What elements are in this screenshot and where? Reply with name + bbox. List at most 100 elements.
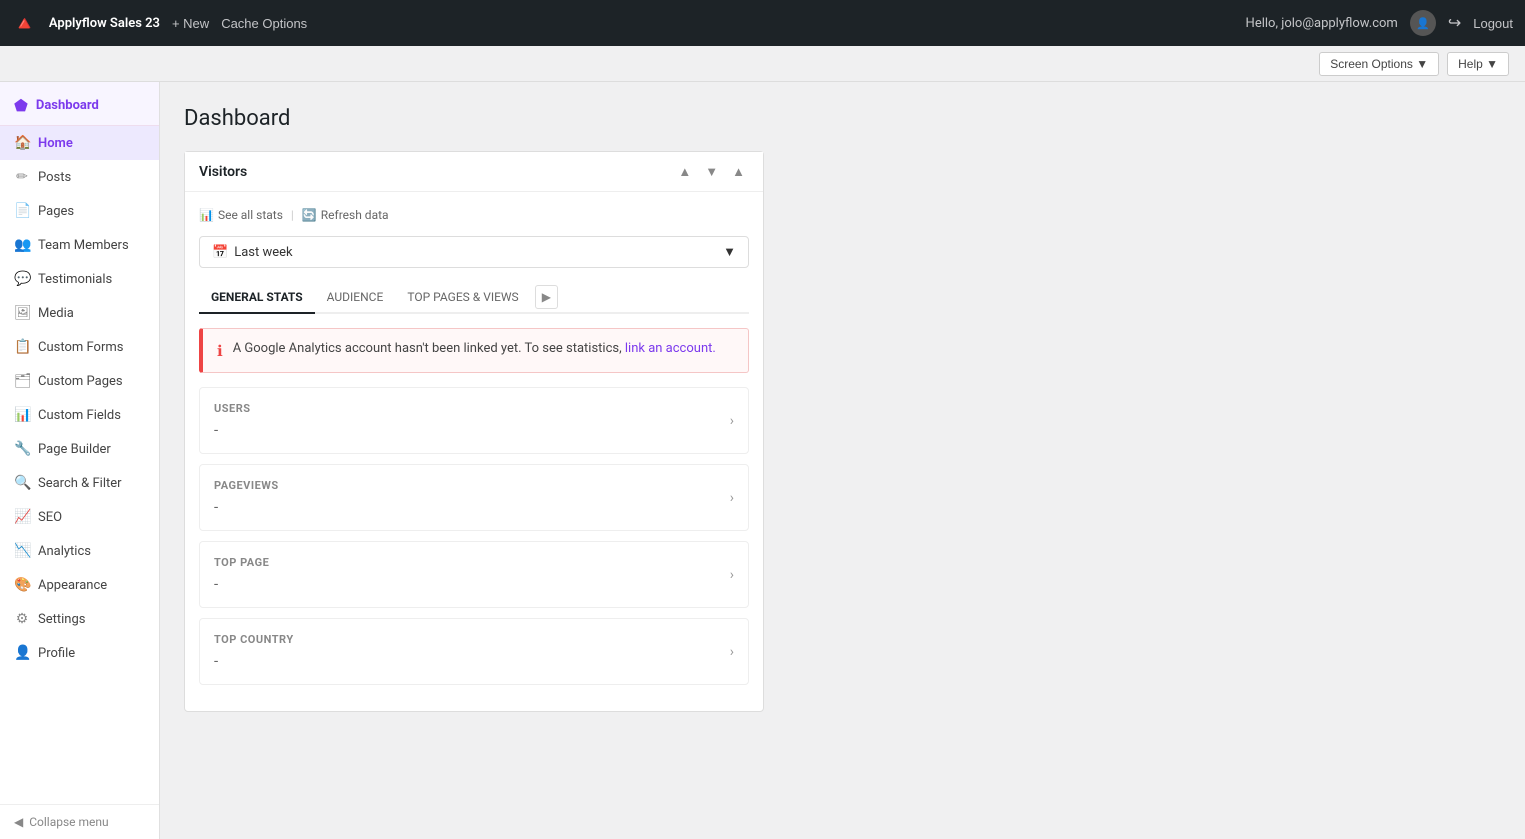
- date-period-value: Last week: [234, 245, 292, 260]
- top-option-bar: Screen Options ▼ Help ▼: [0, 46, 1525, 82]
- sidebar-item-testimonials[interactable]: 💬 Testimonials: [0, 262, 159, 296]
- sidebar-appearance-label: Appearance: [38, 578, 107, 593]
- sidebar-custom-forms-label: Custom Forms: [38, 340, 123, 355]
- main-content: Dashboard Visitors ▲ ▼ ▲ 📊 See all stats: [160, 82, 1525, 839]
- admin-bar: 🔺 Applyflow Sales 23 + New Cache Options…: [0, 0, 1525, 46]
- tab-audience[interactable]: AUDIENCE: [315, 282, 396, 314]
- cache-options-button[interactable]: Cache Options: [221, 16, 307, 31]
- sidebar-item-page-builder[interactable]: 🔧 Page Builder: [0, 432, 159, 466]
- collapse-icon: ◀: [14, 815, 23, 829]
- page-builder-icon: 🔧: [14, 441, 30, 457]
- sidebar-posts-label: Posts: [38, 170, 71, 185]
- sidebar-item-custom-pages[interactable]: 🗂 Custom Pages: [0, 364, 159, 398]
- sidebar-item-media[interactable]: 🖼 Media: [0, 296, 159, 330]
- pageviews-stat-box[interactable]: PAGEVIEWS - ›: [199, 464, 749, 531]
- sidebar-item-team-members[interactable]: 👥 Team Members: [0, 228, 159, 262]
- chevron-down-icon: ▼: [723, 244, 736, 260]
- sidebar-profile-label: Profile: [38, 646, 75, 661]
- tab-more-button[interactable]: ▶: [535, 285, 558, 309]
- refresh-icon: 🔄: [302, 208, 317, 222]
- users-stat-value: -: [214, 421, 251, 439]
- top-country-stat-value: -: [214, 652, 294, 670]
- profile-icon: 👤: [14, 645, 30, 661]
- analytics-icon: 📉: [14, 543, 30, 559]
- widget-collapse-up-button[interactable]: ▲: [674, 162, 695, 181]
- testimonials-icon: 💬: [14, 271, 30, 287]
- stats-links: 📊 See all stats | 🔄 Refresh data: [199, 208, 749, 222]
- users-stat-box[interactable]: USERS - ›: [199, 387, 749, 454]
- see-all-stats-link[interactable]: 📊 See all stats: [199, 208, 283, 222]
- sidebar-item-search-filter[interactable]: 🔍 Search & Filter: [0, 466, 159, 500]
- sidebar-home-label: Home: [38, 136, 73, 151]
- sidebar-item-profile[interactable]: 👤 Profile: [0, 636, 159, 670]
- date-period-selector[interactable]: 📅 Last week ▼: [199, 236, 749, 268]
- top-page-stat-value: -: [214, 575, 269, 593]
- sidebar-team-members-label: Team Members: [38, 238, 129, 253]
- posts-icon: ✏: [14, 169, 30, 185]
- sidebar-media-label: Media: [38, 306, 74, 321]
- sidebar-dashboard-label: Dashboard: [36, 98, 99, 113]
- sidebar-item-appearance[interactable]: 🎨 Appearance: [0, 568, 159, 602]
- seo-icon: 📈: [14, 509, 30, 525]
- help-button[interactable]: Help ▼: [1447, 52, 1509, 76]
- link-account-link[interactable]: link an account.: [625, 341, 716, 356]
- logout-button[interactable]: Logout: [1473, 16, 1513, 31]
- collapse-menu-label: Collapse menu: [29, 815, 108, 829]
- sidebar-analytics-label: Analytics: [38, 544, 91, 559]
- tab-top-pages-views[interactable]: TOP PAGES & VIEWS: [395, 282, 530, 314]
- chart-icon: 📊: [199, 208, 214, 222]
- custom-forms-icon: 📋: [14, 339, 30, 355]
- stats-tabs: GENERAL STATS AUDIENCE TOP PAGES & VIEWS…: [199, 282, 749, 314]
- dashboard-icon: ⬟: [14, 96, 28, 115]
- widget-controls: ▲ ▼ ▲: [674, 162, 749, 181]
- user-avatar: 👤: [1410, 10, 1436, 36]
- widget-body: 📊 See all stats | 🔄 Refresh data 📅 Last …: [185, 192, 763, 711]
- custom-pages-icon: 🗂: [14, 373, 30, 389]
- sidebar-item-analytics[interactable]: 📉 Analytics: [0, 534, 159, 568]
- sidebar-item-pages[interactable]: 📄 Pages: [0, 194, 159, 228]
- custom-fields-icon: 📊: [14, 407, 30, 423]
- app-logo: 🔺: [12, 11, 37, 35]
- sidebar-item-custom-fields[interactable]: 📊 Custom Fields: [0, 398, 159, 432]
- top-country-stat-label: TOP COUNTRY: [214, 633, 294, 646]
- calendar-icon: 📅: [212, 245, 228, 260]
- sidebar-custom-fields-label: Custom Fields: [38, 408, 121, 423]
- screen-options-button[interactable]: Screen Options ▼: [1319, 52, 1439, 76]
- home-icon: 🏠: [14, 135, 30, 151]
- sidebar-item-seo[interactable]: 📈 SEO: [0, 500, 159, 534]
- sidebar-item-home[interactable]: 🏠 Home: [0, 126, 159, 160]
- alert-message: A Google Analytics account hasn't been l…: [233, 341, 622, 356]
- pages-icon: 📄: [14, 203, 30, 219]
- sidebar-item-posts[interactable]: ✏ Posts: [0, 160, 159, 194]
- sidebar-header[interactable]: ⬟ Dashboard: [0, 82, 159, 126]
- top-country-arrow-icon: ›: [730, 644, 734, 660]
- top-page-arrow-icon: ›: [730, 567, 734, 583]
- sidebar-item-settings[interactable]: ⚙ Settings: [0, 602, 159, 636]
- sidebar-pages-label: Pages: [38, 204, 74, 219]
- sidebar-search-filter-label: Search & Filter: [38, 476, 122, 491]
- pageviews-stat-value: -: [214, 498, 279, 516]
- users-stat-label: USERS: [214, 402, 251, 415]
- team-members-icon: 👥: [14, 237, 30, 253]
- top-page-stat-label: TOP PAGE: [214, 556, 269, 569]
- collapse-menu-button[interactable]: ◀ Collapse menu: [0, 804, 159, 839]
- sidebar-page-builder-label: Page Builder: [38, 442, 111, 457]
- widget-title: Visitors: [199, 164, 247, 180]
- widget-collapse-down-button[interactable]: ▼: [701, 162, 722, 181]
- logout-icon[interactable]: ↪: [1448, 13, 1461, 33]
- refresh-data-link[interactable]: 🔄 Refresh data: [302, 208, 389, 222]
- sidebar-item-custom-forms[interactable]: 📋 Custom Forms: [0, 330, 159, 364]
- top-page-stat-box[interactable]: TOP PAGE - ›: [199, 541, 749, 608]
- pageviews-stat-label: PAGEVIEWS: [214, 479, 279, 492]
- users-arrow-icon: ›: [730, 413, 734, 429]
- tab-general-stats[interactable]: GENERAL STATS: [199, 282, 315, 314]
- alert-icon: ℹ: [217, 342, 223, 360]
- widget-hide-button[interactable]: ▲: [728, 162, 749, 181]
- widget-header: Visitors ▲ ▼ ▲: [185, 152, 763, 192]
- search-filter-icon: 🔍: [14, 475, 30, 491]
- top-country-stat-box[interactable]: TOP COUNTRY - ›: [199, 618, 749, 685]
- sidebar-testimonials-label: Testimonials: [38, 272, 112, 287]
- media-icon: 🖼: [14, 305, 30, 321]
- sidebar-settings-label: Settings: [38, 612, 85, 627]
- new-button[interactable]: + New: [172, 16, 209, 31]
